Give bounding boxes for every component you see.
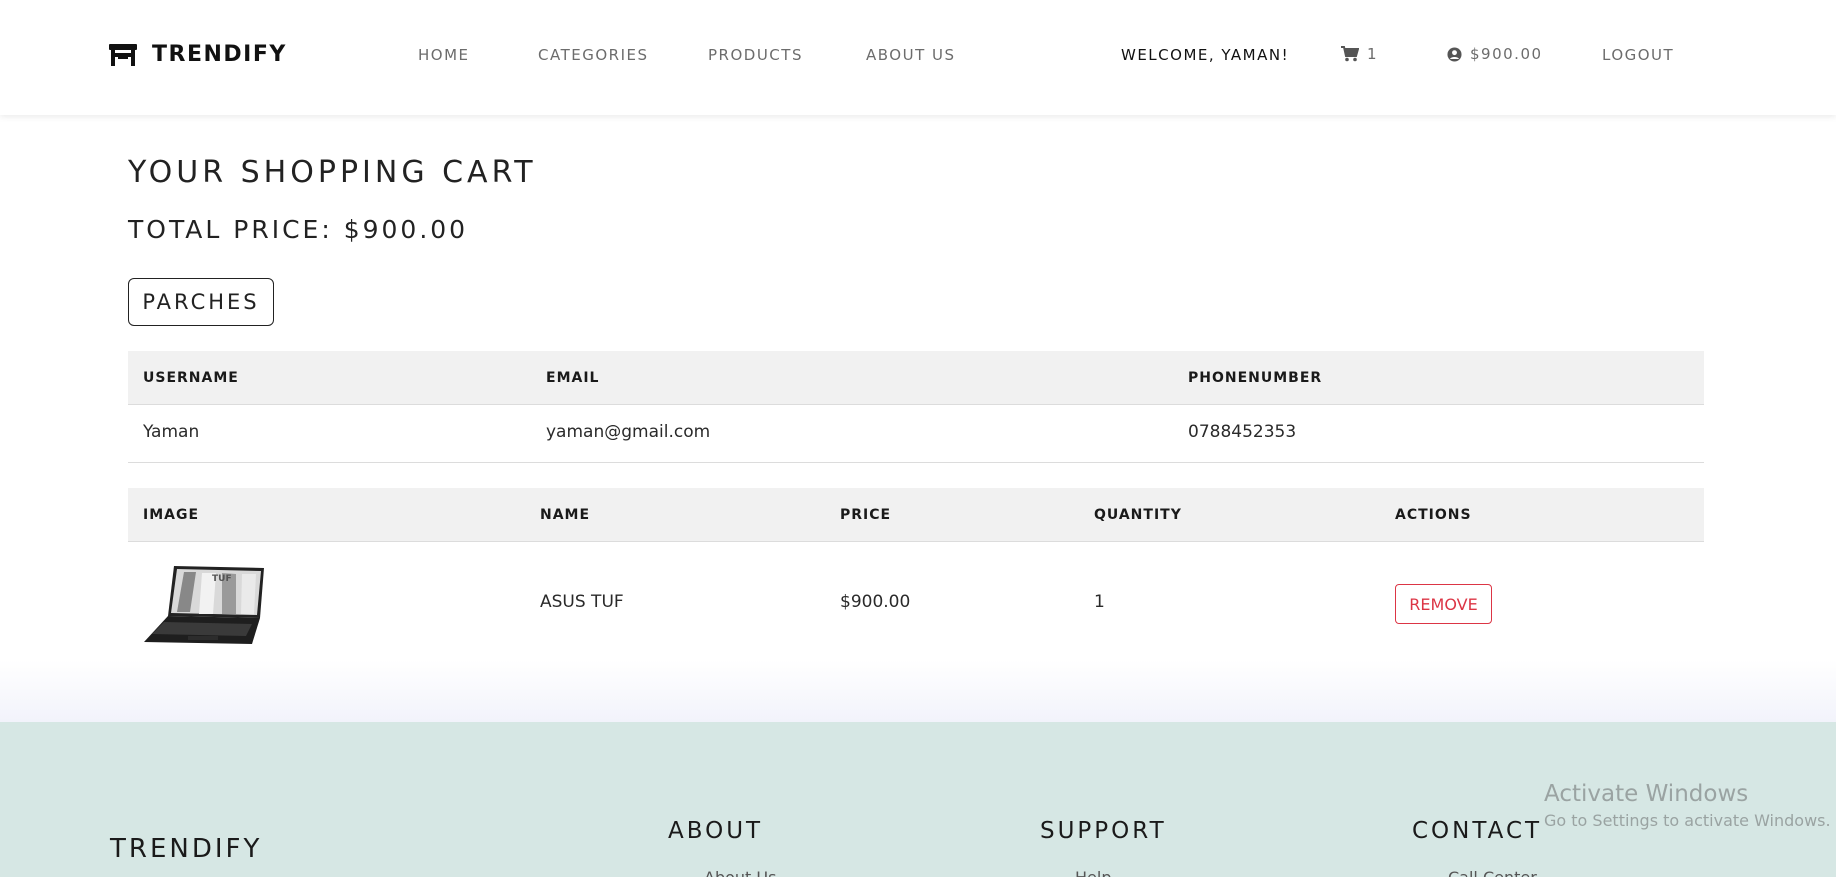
cart-items-table: IMAGE NAME PRICE QUANTITY ACTIONS TUF AS… bbox=[128, 488, 1704, 666]
column-header-email: EMAIL bbox=[546, 370, 600, 386]
table-header: USERNAME EMAIL PHONENUMBER bbox=[128, 351, 1704, 405]
cell-product-quantity: 1 bbox=[1094, 592, 1105, 612]
watermark-subtitle: Go to Settings to activate Windows. bbox=[1544, 811, 1831, 830]
footer-gradient bbox=[0, 660, 1836, 722]
table-row: TUF ASUS TUF $900.00 1 REMOVE bbox=[128, 542, 1704, 666]
store-icon bbox=[109, 43, 137, 66]
column-header-actions: ACTIONS bbox=[1395, 507, 1472, 523]
total-price: TOTAL PRICE: $900.00 bbox=[128, 215, 469, 244]
nav-categories[interactable]: CATEGORIES bbox=[538, 46, 649, 64]
user-circle-icon bbox=[1447, 46, 1462, 62]
watermark-title: Activate Windows bbox=[1544, 781, 1749, 807]
footer-support-link[interactable]: Help bbox=[1075, 868, 1111, 877]
cell-username: Yaman bbox=[143, 422, 200, 442]
logout-link[interactable]: LOGOUT bbox=[1602, 46, 1674, 64]
column-header-quantity: QUANTITY bbox=[1094, 507, 1182, 523]
remove-button[interactable]: REMOVE bbox=[1395, 584, 1492, 624]
footer-support-heading: SUPPORT bbox=[1040, 818, 1167, 844]
brand-logo[interactable]: TRENDIFY bbox=[108, 42, 287, 67]
account-balance: $900.00 bbox=[1470, 45, 1543, 63]
footer-contact-heading: CONTACT bbox=[1412, 818, 1543, 844]
column-header-price: PRICE bbox=[840, 507, 892, 523]
footer-contact-link[interactable]: Call Center bbox=[1448, 868, 1537, 877]
cell-product-price: $900.00 bbox=[840, 592, 911, 612]
nav-home[interactable]: HOME bbox=[418, 46, 470, 64]
table-header: IMAGE NAME PRICE QUANTITY ACTIONS bbox=[128, 488, 1704, 542]
nav-account-balance[interactable]: $900.00 bbox=[1447, 45, 1543, 63]
column-header-phonenumber: PHONENUMBER bbox=[1188, 370, 1323, 386]
cell-product-name: ASUS TUF bbox=[540, 592, 624, 612]
nav-cart[interactable]: 1 bbox=[1341, 45, 1378, 63]
page-title: YOUR SHOPPING CART bbox=[128, 155, 537, 190]
footer-brand: TRENDIFY bbox=[110, 834, 263, 864]
column-header-username: USERNAME bbox=[143, 370, 239, 386]
welcome-message: WELCOME, YAMAN! bbox=[1121, 46, 1290, 64]
column-header-name: NAME bbox=[540, 507, 591, 523]
navbar: TRENDIFY HOME CATEGORIES PRODUCTS ABOUT … bbox=[0, 0, 1836, 115]
brand-name: TRENDIFY bbox=[152, 42, 287, 67]
svg-text:TUF: TUF bbox=[212, 574, 232, 584]
table-row: Yaman yaman@gmail.com 0788452353 bbox=[128, 405, 1704, 463]
purchase-button[interactable]: PARCHES bbox=[128, 278, 274, 326]
footer-about-heading: ABOUT bbox=[668, 818, 764, 844]
cell-phonenumber: 0788452353 bbox=[1188, 422, 1297, 442]
nav-about-us[interactable]: ABOUT US bbox=[866, 46, 956, 64]
activate-windows-watermark: Activate Windows Go to Settings to activ… bbox=[1544, 781, 1831, 830]
nav-products[interactable]: PRODUCTS bbox=[708, 46, 803, 64]
cart-icon bbox=[1341, 46, 1359, 62]
footer-about-link[interactable]: About Us bbox=[704, 868, 776, 877]
cart-count: 1 bbox=[1367, 45, 1379, 63]
product-image[interactable]: TUF bbox=[144, 564, 264, 644]
column-header-image: IMAGE bbox=[143, 507, 200, 523]
user-info-table: USERNAME EMAIL PHONENUMBER Yaman yaman@g… bbox=[128, 351, 1704, 463]
cell-email: yaman@gmail.com bbox=[546, 422, 711, 442]
